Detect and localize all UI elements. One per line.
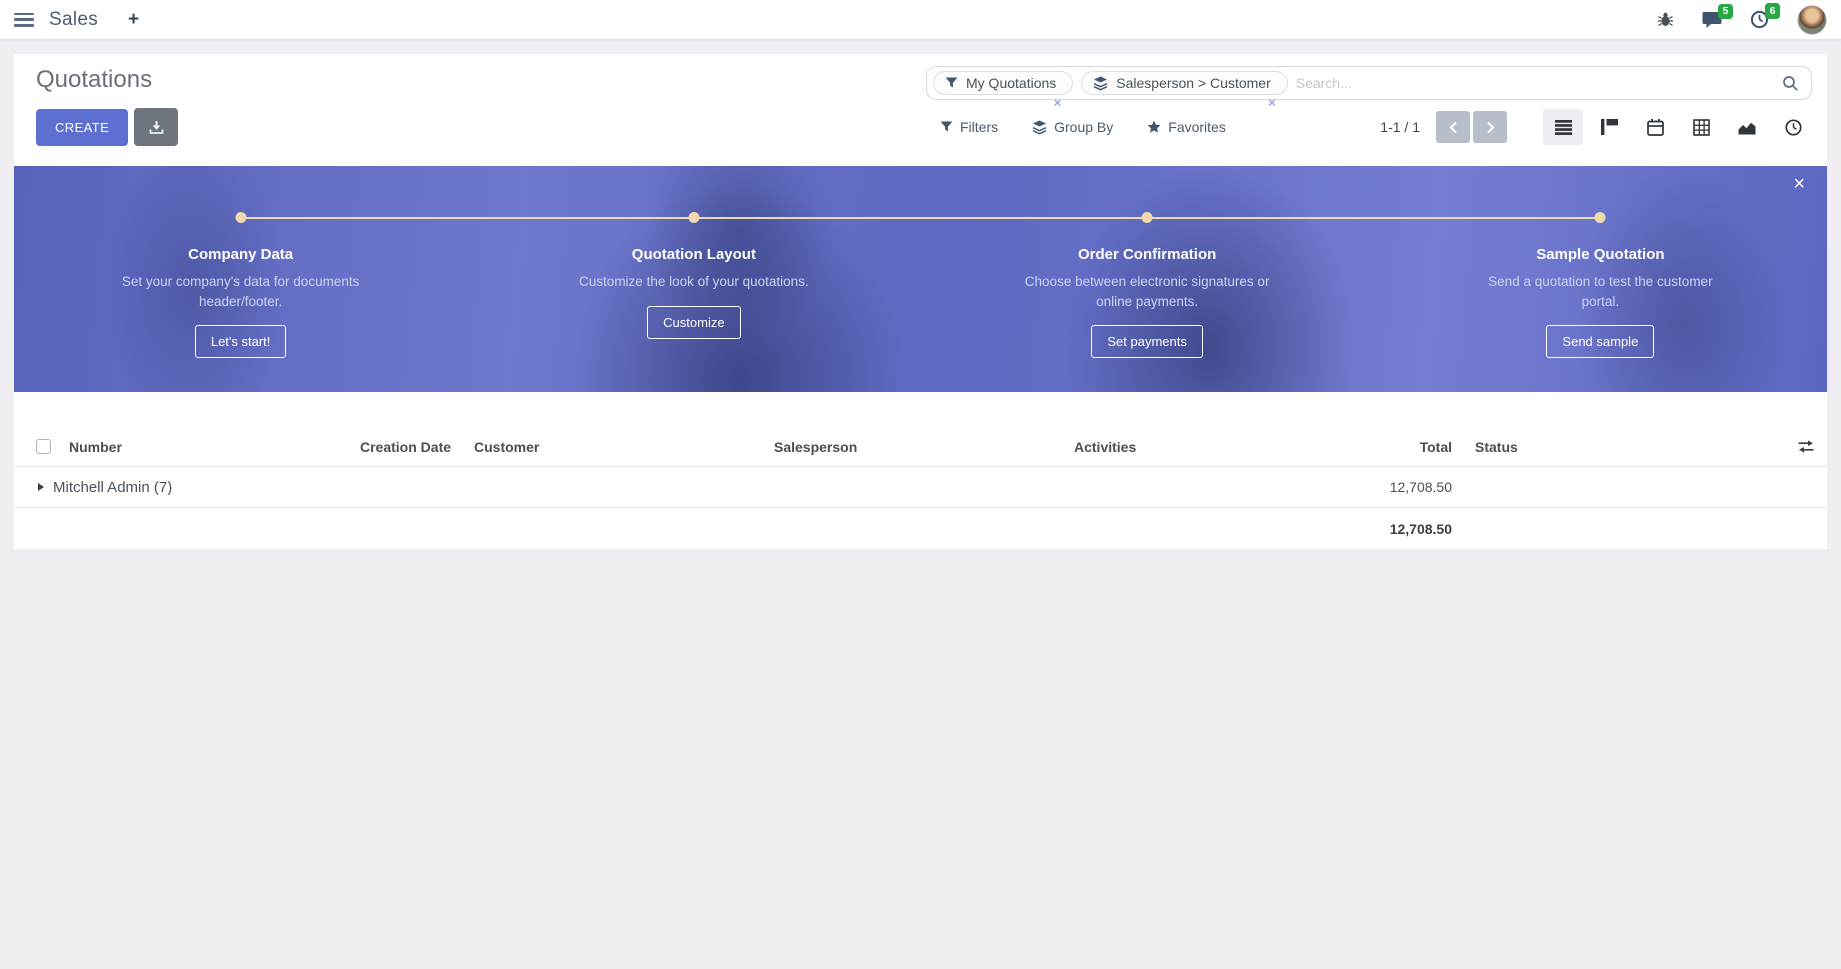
step-title: Sample Quotation <box>1374 246 1827 263</box>
page-title: Quotations <box>36 66 152 94</box>
download-icon <box>149 120 164 135</box>
timeline-dot <box>1142 212 1153 223</box>
search-menus: Filters Group By Favorites <box>940 104 1226 150</box>
onboarding-step-company-data: Company Data Set your company's data for… <box>14 166 467 392</box>
filter-icon <box>940 121 953 133</box>
search-input[interactable] <box>1296 75 1774 91</box>
chevron-left-icon <box>1449 121 1458 134</box>
messages-count-badge: 5 <box>1718 4 1733 20</box>
onboarding-step-quotation-layout: Quotation Layout Customize the look of y… <box>467 166 920 392</box>
messages-icon[interactable]: 5 <box>1702 11 1722 29</box>
view-kanban-button[interactable] <box>1589 109 1629 145</box>
quotations-list: Number Creation Date Customer Salesperso… <box>14 427 1827 549</box>
top-navbar: Sales + 5 6 <box>0 0 1841 40</box>
app-name[interactable]: Sales <box>49 9 98 31</box>
activities-count-badge: 6 <box>1765 3 1780 19</box>
search-facet-groupby: Salesperson > Customer × <box>1081 71 1287 95</box>
view-list-button[interactable] <box>1543 109 1583 145</box>
view-activity-button[interactable] <box>1773 109 1813 145</box>
pager-next-button[interactable] <box>1473 111 1507 143</box>
step-title: Company Data <box>14 246 467 263</box>
quick-create-icon[interactable]: + <box>128 9 139 31</box>
onboarding-step-sample-quotation: Sample Quotation Send a quotation to tes… <box>1374 166 1827 392</box>
filter-icon <box>945 77 958 89</box>
onboarding-step-order-confirmation: Order Confirmation Choose between electr… <box>921 166 1374 392</box>
header-customer[interactable]: Customer <box>474 439 774 455</box>
customize-button[interactable]: Customize <box>647 306 740 339</box>
step-description: Set your company's data for documents he… <box>115 272 367 311</box>
header-activities[interactable]: Activities <box>1074 439 1264 455</box>
step-title: Order Confirmation <box>921 246 1374 263</box>
star-icon <box>1147 120 1161 134</box>
view-switcher <box>1537 109 1813 145</box>
view-calendar-button[interactable] <box>1635 109 1675 145</box>
filters-menu[interactable]: Filters <box>940 119 998 135</box>
step-description: Choose between electronic signatures or … <box>1021 272 1273 311</box>
list-header-row: Number Creation Date Customer Salesperso… <box>14 427 1827 467</box>
chevron-right-icon <box>1486 121 1495 134</box>
optional-columns-icon[interactable] <box>1785 440 1827 453</box>
layers-icon <box>1093 76 1108 91</box>
apps-menu-icon[interactable] <box>14 13 34 27</box>
header-number[interactable]: Number <box>69 439 360 455</box>
facet-label: Salesperson > Customer <box>1116 75 1270 91</box>
activities-clock-icon[interactable]: 6 <box>1750 10 1769 29</box>
onboarding-banner: Company Data Set your company's data for… <box>14 166 1827 392</box>
header-total[interactable]: Total <box>1264 439 1452 455</box>
group-expand-caret-icon[interactable] <box>38 483 44 491</box>
activity-view-icon <box>1785 119 1802 136</box>
footer-total: 12,708.50 <box>1264 521 1452 537</box>
step-title: Quotation Layout <box>467 246 920 263</box>
calendar-view-icon <box>1647 119 1664 136</box>
search-icon[interactable] <box>1782 75 1799 92</box>
header-salesperson[interactable]: Salesperson <box>774 439 1074 455</box>
step-description: Send a quotation to test the customer po… <box>1474 272 1726 311</box>
filters-label: Filters <box>960 119 998 135</box>
timeline-dot <box>688 212 699 223</box>
graph-view-icon <box>1738 120 1756 135</box>
group-row-mitchell-admin[interactable]: Mitchell Admin (7) 12,708.50 <box>14 467 1827 508</box>
view-pivot-button[interactable] <box>1681 109 1721 145</box>
main-content: Quotations My Quotations × Salesperson >… <box>14 54 1827 549</box>
banner-close-icon[interactable]: × <box>1793 174 1805 194</box>
group-label: Mitchell Admin (7) <box>53 479 172 496</box>
export-button[interactable] <box>134 108 178 146</box>
header-status[interactable]: Status <box>1452 439 1785 455</box>
timeline-dot <box>1595 212 1606 223</box>
view-graph-button[interactable] <box>1727 109 1767 145</box>
favorites-label: Favorites <box>1168 119 1226 135</box>
search-bar: My Quotations × Salesperson > Customer × <box>926 66 1812 100</box>
set-payments-button[interactable]: Set payments <box>1091 325 1203 358</box>
send-sample-button[interactable]: Send sample <box>1546 325 1654 358</box>
lets-start-button[interactable]: Let's start! <box>195 325 287 358</box>
groupby-menu[interactable]: Group By <box>1032 119 1113 135</box>
groupby-label: Group By <box>1054 119 1113 135</box>
layers-icon <box>1032 120 1047 135</box>
list-view-icon <box>1555 119 1572 135</box>
favorites-menu[interactable]: Favorites <box>1147 119 1226 135</box>
create-button[interactable]: CREATE <box>36 109 128 146</box>
select-all-checkbox[interactable] <box>36 439 51 454</box>
header-creation-date[interactable]: Creation Date <box>360 439 474 455</box>
search-facet-my-quotations: My Quotations × <box>933 71 1073 95</box>
debug-bug-icon[interactable] <box>1657 11 1674 28</box>
pivot-view-icon <box>1693 119 1710 136</box>
group-total: 12,708.50 <box>1264 479 1452 495</box>
step-description: Customize the look of your quotations. <box>568 272 820 292</box>
timeline-dot <box>235 212 246 223</box>
list-footer-row: 12,708.50 <box>14 508 1827 549</box>
kanban-view-icon <box>1601 119 1618 135</box>
pager-previous-button[interactable] <box>1436 111 1470 143</box>
facet-label: My Quotations <box>966 75 1056 91</box>
pager-range: 1-1 / 1 <box>1380 119 1420 135</box>
user-avatar[interactable] <box>1797 5 1827 35</box>
